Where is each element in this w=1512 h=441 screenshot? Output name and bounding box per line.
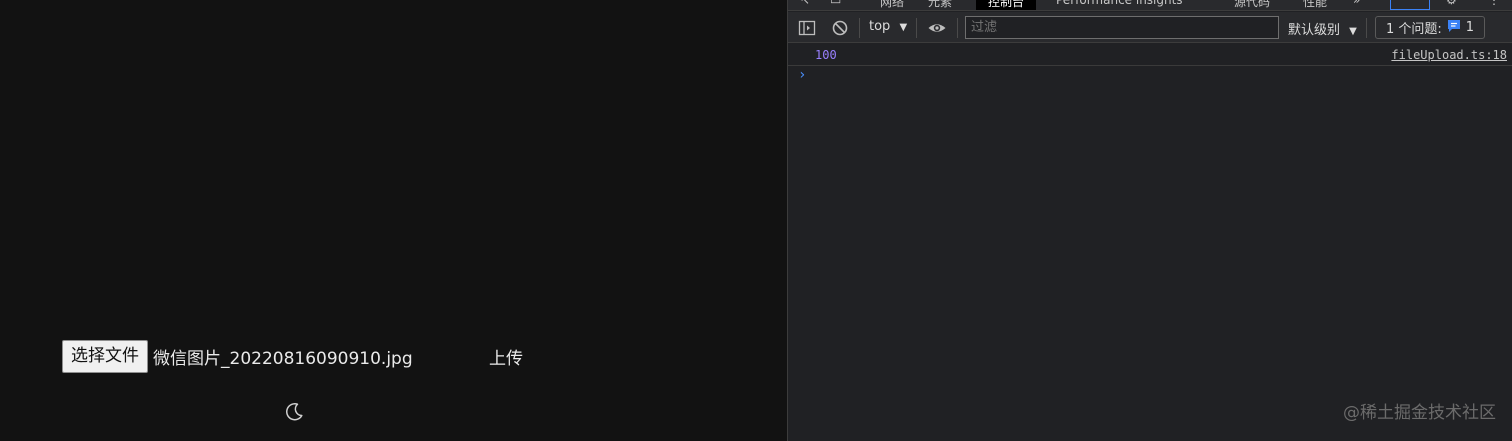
moon-icon[interactable] xyxy=(283,401,305,423)
watermark: @稀土掘金技术社区 xyxy=(1343,403,1496,423)
tab-elements[interactable]: 元素 xyxy=(928,0,952,10)
levels-label: 默认级别 xyxy=(1288,23,1341,38)
toolbar-divider xyxy=(859,18,860,38)
sidebar-toggle-icon[interactable] xyxy=(798,19,816,37)
issues-label: 1 个问题: xyxy=(1386,22,1442,37)
tab-console[interactable]: 控制台 xyxy=(976,0,1037,10)
console-log-row: 100 fileUpload.ts:18 xyxy=(788,44,1512,66)
toolbar-divider xyxy=(1366,18,1367,38)
tab-performance[interactable]: 性能 xyxy=(1303,0,1327,10)
devtools-panel: ↖ ▭ 网络 元素 控制台 Performance insights 源代码 性… xyxy=(787,0,1512,441)
console-prompt-icon: › xyxy=(798,67,807,83)
dropdown-icon: ▼ xyxy=(1349,26,1357,37)
eye-icon[interactable] xyxy=(927,19,947,37)
tab-performance-insights[interactable]: Performance insights xyxy=(1056,0,1183,10)
choose-file-button[interactable]: 选择文件 xyxy=(62,340,148,373)
device-toggle-icon[interactable]: ▭ xyxy=(830,0,841,10)
tab-sources[interactable]: 源代码 xyxy=(1234,0,1270,10)
console-filter-input[interactable] xyxy=(965,16,1279,39)
devtools-tabstrip: ↖ ▭ 网络 元素 控制台 Performance insights 源代码 性… xyxy=(788,0,1512,11)
toolbar-divider xyxy=(957,18,958,38)
issues-tab-badge[interactable] xyxy=(1390,0,1430,10)
page-preview: 选择文件 微信图片_20220816090910.jpg 上传 xyxy=(0,0,787,441)
issues-count: 1 xyxy=(1465,20,1475,35)
context-label: top xyxy=(869,19,891,34)
inspect-icon[interactable]: ↖ xyxy=(800,0,810,10)
upload-button[interactable]: 上传 xyxy=(489,344,523,369)
log-value: 100 xyxy=(815,48,837,62)
log-source-link[interactable]: fileUpload.ts:18 xyxy=(1391,48,1507,62)
dropdown-icon: ▼ xyxy=(899,22,908,33)
issues-button[interactable]: 1 个问题: 1 xyxy=(1375,16,1486,39)
clear-console-icon[interactable] xyxy=(831,19,849,37)
console-input[interactable] xyxy=(812,66,1502,86)
toolbar-divider xyxy=(916,18,917,38)
context-selector[interactable]: top ▼ xyxy=(869,19,907,34)
log-levels-dropdown[interactable]: 默认级别 ▼ xyxy=(1288,19,1357,38)
tab-network[interactable]: 网络 xyxy=(880,0,904,10)
file-input[interactable]: 选择文件 微信图片_20220816090910.jpg xyxy=(62,340,413,373)
issue-message-icon xyxy=(1447,19,1461,37)
settings-icon[interactable]: ⚙ xyxy=(1446,0,1457,10)
tab-more[interactable]: » xyxy=(1353,0,1360,10)
more-options-icon[interactable]: ⋮ xyxy=(1488,0,1500,10)
console-toolbar: top ▼ 默认级别 ▼ 1 个问题: xyxy=(788,12,1512,43)
selected-file-name: 微信图片_20220816090910.jpg xyxy=(153,349,413,369)
